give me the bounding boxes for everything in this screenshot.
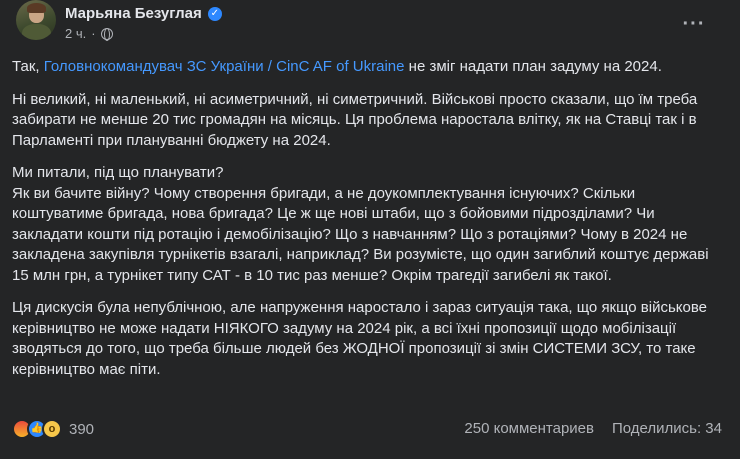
facebook-post: Марьяна Безуглая ✓ 2 ч. · ··· Так, Голов… xyxy=(0,0,740,459)
p1-prefix: Так, xyxy=(12,58,44,75)
meta-separator: · xyxy=(91,26,96,41)
shares-count[interactable]: Поделились: 34 xyxy=(612,420,722,437)
author-row: Марьяна Безуглая ✓ xyxy=(65,5,222,22)
mention-link[interactable]: Головнокомандувач ЗС України / CinC AF o… xyxy=(44,58,405,75)
author-name[interactable]: Марьяна Безуглая xyxy=(65,5,202,22)
post-header: Марьяна Безуглая ✓ 2 ч. · ··· xyxy=(12,0,728,50)
paragraph-3: Як ви бачите війну? Чому створення брига… xyxy=(12,184,709,284)
paragraph-3-question: Ми питали, під що планувати? xyxy=(12,164,224,181)
post-footer: 👍 o 390 250 комментариев Поделились: 34 xyxy=(12,418,728,442)
more-options-button[interactable]: ··· xyxy=(676,6,712,42)
author-avatar[interactable] xyxy=(16,0,56,40)
reactions-summary[interactable]: 👍 o 390 xyxy=(12,419,94,439)
post-meta: 2 ч. · xyxy=(65,26,113,41)
post-body: Так, Головнокомандувач ЗС України / CinC… xyxy=(12,57,728,392)
comments-count[interactable]: 250 комментариев xyxy=(464,420,594,437)
globe-icon[interactable] xyxy=(100,27,113,41)
post-stats: 250 комментариев Поделились: 34 xyxy=(464,420,722,437)
avatar-hair xyxy=(27,3,46,13)
reaction-count[interactable]: 390 xyxy=(69,421,94,438)
verified-badge-icon: ✓ xyxy=(207,6,222,21)
post-timestamp[interactable]: 2 ч. xyxy=(65,26,86,41)
paragraph-2: Ні великий, ні маленький, ні асиметрични… xyxy=(12,90,698,149)
wow-icon: o xyxy=(42,419,62,439)
avatar-body xyxy=(22,24,51,40)
p1-suffix: не зміг надати план задуму на 2024. xyxy=(404,58,662,75)
paragraph-1: Так, Головнокомандувач ЗС України / CinC… xyxy=(12,57,728,78)
paragraph-4: Ця дискусія була непублічною, але напруж… xyxy=(12,299,708,378)
